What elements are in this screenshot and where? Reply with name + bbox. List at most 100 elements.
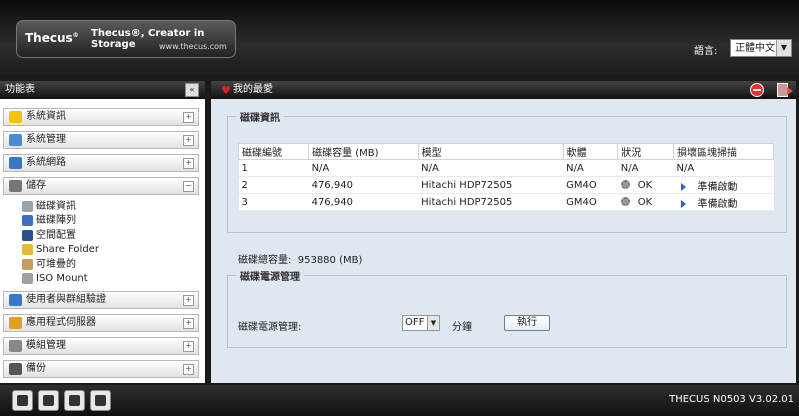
storage-item-label: 空間配置 [36,229,76,241]
chevron-down-icon: ▼ [427,316,439,330]
scan-text: 準備啟動 [697,181,738,193]
table-row: 3 476,940 Hitachi HDP72505 GM4O OK 準備啟動 [238,193,774,211]
space-allocation-icon [22,229,33,241]
cell-scan: 準備啟動 [673,176,774,194]
scan-text: N/A [676,162,695,174]
total-capacity-value: 953880 (MB) [297,255,363,266]
sidebar-item-2[interactable]: 系統網路 + [3,154,199,172]
minutes-label: 分鐘 [452,322,472,333]
table-row: 2 476,940 Hitachi HDP72505 GM4O OK 準備啟動 [238,176,774,194]
execute-button[interactable]: 執行 [504,315,550,331]
cell-firmware: GM4O [563,193,618,211]
table-header-row: 磁碟編號 磁碟容量 (MB) 模型 軟體 狀況 損壞區塊掃描 [237,143,774,160]
column-header: 狀況 [617,143,675,160]
storage-item-label: 可堆疊的 [36,258,76,270]
cell-capacity: N/A [308,159,419,177]
gear-icon[interactable] [620,180,630,189]
cell-status: OK [617,193,674,211]
cell-firmware: GM4O [563,176,618,194]
tools-icon[interactable] [64,390,85,411]
status-text: N/A [620,162,639,174]
footer: THECUS N0503 V3.02.01 [0,385,799,416]
toggle-icon[interactable]: − [183,181,194,192]
cell-firmware: N/A [563,159,618,177]
cell-model: Hitachi HDP72505 [418,176,564,194]
power-group: 磁碟電源管理 磁碟電源管理: OFF ▼ 分鐘 執行 [227,268,787,348]
toggle-icon[interactable]: + [183,112,194,123]
sidebar-item-5[interactable]: 應用程式伺服器 + [3,314,199,332]
storage-item-label: Share Folder [36,244,99,256]
tools-icon [9,134,22,146]
users-icon [9,294,22,306]
sidebar-item-label: 應用程式伺服器 [26,317,96,328]
toggle-icon[interactable]: + [183,341,194,352]
play-icon[interactable] [680,182,686,191]
disk-icon[interactable] [38,390,59,411]
sidebar-item-1[interactable]: 系統管理 + [3,131,199,149]
main-header: ♥ 我的最愛 [211,81,796,99]
toggle-icon[interactable]: + [183,135,194,146]
site-url: www.thecus.com [159,42,227,51]
cell-status: N/A [617,159,674,177]
storage-item-label: ISO Mount [36,273,88,284]
toggle-icon[interactable]: + [183,318,194,329]
app-server-icon [9,317,22,329]
sidebar-item-label: 系統管理 [26,134,66,145]
sidebar-item-4[interactable]: 使用者與群組驗證 + [3,291,199,309]
power-label: 磁碟電源管理: [238,322,302,333]
cell-capacity: 476,940 [308,193,419,211]
sidebar-item-3[interactable]: 儲存 − [3,177,199,195]
play-icon[interactable] [680,199,686,208]
module-icon [9,340,22,352]
gear-icon[interactable] [620,197,630,206]
sidebar-item-0[interactable]: 系統資訊 + [3,108,199,126]
toggle-icon[interactable]: + [183,364,194,375]
sidebar-item-label: 備份 [26,363,46,374]
iso-mount-icon [22,273,33,284]
sidebar-item-7[interactable]: 備份 + [3,360,199,378]
cell-no: 2 [238,176,309,194]
cell-scan: 準備啟動 [673,193,774,211]
sidebar-item-label: 模組管理 [26,340,66,351]
power-legend: 磁碟電源管理 [240,272,300,283]
power-timeout-select[interactable]: OFF ▼ [402,315,440,331]
cell-model: Hitachi HDP72505 [418,193,564,211]
cell-no: 3 [238,193,309,211]
remove-favorite-icon[interactable] [750,83,764,97]
thecus-logo: Thecus® Thecus®, Creator in Storage www.… [16,20,236,58]
disk-table: 磁碟編號 磁碟容量 (MB) 模型 軟體 狀況 損壞區塊掃描 1 N/A N/A N/A N/A N… [237,143,774,211]
brand-mark: ® [72,32,79,39]
power-timeout-value: OFF [405,317,425,328]
cell-capacity: 476,940 [308,176,419,194]
sidebar-item-label: 使用者與群組驗證 [26,294,106,305]
network-icon [9,157,22,169]
sidebar-item-label: 系統資訊 [26,111,66,122]
logout-icon[interactable] [777,83,793,97]
toggle-icon[interactable]: + [183,158,194,169]
share-folder-icon [22,244,33,256]
network-icon[interactable] [90,390,111,411]
status-text: OK [637,196,653,208]
sidebar-header: 功能表 « [0,81,205,99]
storage-icon [9,180,22,192]
system-log-icon[interactable] [12,390,33,411]
sidebar-title: 功能表 [5,84,35,95]
sidebar: 功能表 « 系統資訊 + 系統管理 + 系統網路 + 儲存 − 使用者與群組驗證 + 應用程式伺服器… [0,81,205,383]
collapse-icon[interactable]: « [185,83,199,97]
column-header: 損壞區塊掃描 [673,143,774,160]
total-capacity-label: 磁碟總容量: [238,255,292,266]
sidebar-item-6[interactable]: 模組管理 + [3,337,199,355]
info-icon [9,111,22,123]
language-select[interactable]: 正體中文 ▼ [730,39,792,57]
toggle-icon[interactable]: + [183,295,194,306]
brand-name: Thecus [25,31,73,45]
language-label: 語言: [694,46,718,57]
column-header: 磁碟容量 (MB) [308,143,419,160]
status-text: OK [637,179,653,191]
page-title: 我的最愛 [233,84,273,95]
disk-info-icon [22,201,33,212]
total-capacity: 磁碟總容量: 953880 (MB) [238,251,362,266]
header: Thecus® Thecus®, Creator in Storage www.… [0,0,799,75]
main-panel: ♥ 我的最愛 磁碟資訊 磁碟編號 磁碟容量 (MB) 模型 軟體 狀況 損壞區塊掃描 1N… [211,81,796,383]
cell-status: OK [617,176,674,194]
